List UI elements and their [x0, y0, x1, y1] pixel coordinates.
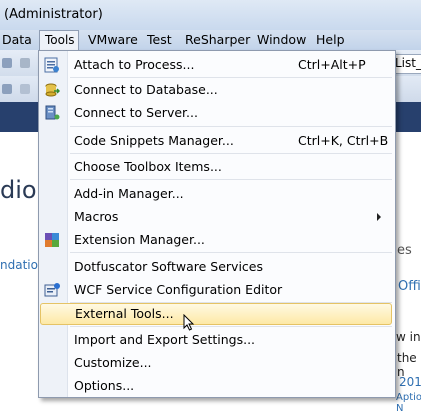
menu-test[interactable]: Test	[147, 32, 172, 47]
menu-item-choose-toolbox-items[interactable]: Choose Toolbox Items...	[39, 156, 395, 178]
menu-resharper[interactable]: ReSharper	[185, 32, 250, 47]
title-bar: (Administrator)	[0, 0, 421, 30]
menu-item-customize[interactable]: Customize...	[39, 352, 395, 374]
news-bottom: Aptio N	[396, 392, 421, 414]
menu-item-label: WCF Service Configuration Editor	[74, 282, 283, 297]
menu-item-dotfuscator[interactable]: Dotfuscator Software Services	[39, 256, 395, 278]
mouse-cursor-icon	[183, 314, 195, 331]
menu-separator	[70, 126, 392, 127]
menu-separator	[70, 153, 392, 154]
menu-item-label: Choose Toolbox Items...	[74, 159, 222, 174]
menu-item-label: Customize...	[74, 355, 152, 370]
office-link[interactable]: Office	[398, 279, 421, 294]
menu-data[interactable]: Data	[2, 32, 32, 47]
menu-window[interactable]: Window	[257, 32, 306, 47]
menu-item-extension-manager[interactable]: Extension Manager...	[39, 229, 395, 251]
document-tab-label: List_I	[395, 56, 421, 70]
extension-manager-icon	[45, 233, 59, 247]
menu-item-add-in-manager[interactable]: Add-in Manager...	[39, 183, 395, 205]
window-title: (Administrator)	[4, 7, 103, 22]
menu-bar: Data Tools VMware Test ReSharper Window …	[0, 30, 421, 50]
menu-item-macros[interactable]: Macros	[39, 206, 395, 228]
connect-database-icon	[45, 83, 60, 97]
menu-item-label: Add-in Manager...	[74, 186, 184, 201]
menu-item-label: Connect to Server...	[74, 105, 198, 120]
document-tab[interactable]: List_I	[392, 54, 421, 74]
menu-item-import-export-settings[interactable]: Import and Export Settings...	[39, 329, 395, 351]
menu-item-code-snippets-manager[interactable]: Code Snippets Manager... Ctrl+K, Ctrl+B	[39, 130, 395, 152]
menu-item-label: Code Snippets Manager...	[74, 133, 234, 148]
tools-menu: Attach to Process... Ctrl+Alt+P Connect …	[38, 50, 396, 398]
menu-separator	[70, 326, 392, 327]
menu-item-shortcut: Ctrl+Alt+P	[298, 57, 366, 72]
menu-item-label: External Tools...	[75, 306, 174, 321]
menu-item-label: Dotfuscator Software Services	[74, 259, 263, 274]
connect-server-icon	[45, 105, 60, 120]
menu-item-external-tools[interactable]: External Tools...	[40, 303, 392, 325]
menu-item-label: Macros	[74, 209, 119, 224]
undo-icon[interactable]	[20, 58, 30, 68]
submenu-arrow-icon	[377, 213, 381, 221]
menu-tools[interactable]: Tools	[39, 30, 79, 50]
menu-item-connect-to-server[interactable]: Connect to Server...	[39, 102, 395, 124]
menu-item-shortcut: Ctrl+K, Ctrl+B	[298, 133, 389, 148]
toolbar-icon[interactable]	[2, 84, 12, 94]
menu-separator	[70, 77, 392, 78]
menu-item-label: Options...	[74, 378, 135, 393]
menu-help[interactable]: Help	[316, 32, 345, 47]
news-year: 201	[399, 375, 421, 389]
menu-item-connect-to-database[interactable]: Connect to Database...	[39, 79, 395, 101]
menu-vmware[interactable]: VMware	[88, 32, 138, 47]
news-text: w in	[396, 330, 421, 344]
menu-separator	[70, 179, 392, 180]
menu-item-wcf-service-configuration-editor[interactable]: WCF Service Configuration Editor	[39, 279, 395, 301]
menu-item-options[interactable]: Options...	[39, 375, 395, 397]
toolbar-icon-2[interactable]	[20, 84, 30, 94]
menu-item-label: Connect to Database...	[74, 82, 218, 97]
menu-item-label: Extension Manager...	[74, 232, 205, 247]
start-page-link[interactable]: ndatior	[0, 258, 43, 272]
start-page-tab[interactable]: es	[397, 243, 412, 258]
menu-item-label: Attach to Process...	[74, 57, 195, 72]
wcf-editor-icon	[44, 283, 60, 297]
save-icon[interactable]	[2, 58, 12, 68]
menu-separator	[70, 252, 392, 253]
menu-item-label: Import and Export Settings...	[74, 332, 256, 347]
menu-item-attach-to-process[interactable]: Attach to Process... Ctrl+Alt+P	[39, 54, 395, 76]
menu-tools-label: Tools	[45, 33, 75, 47]
start-page-heading: dio	[0, 176, 37, 204]
attach-process-icon	[44, 57, 59, 73]
